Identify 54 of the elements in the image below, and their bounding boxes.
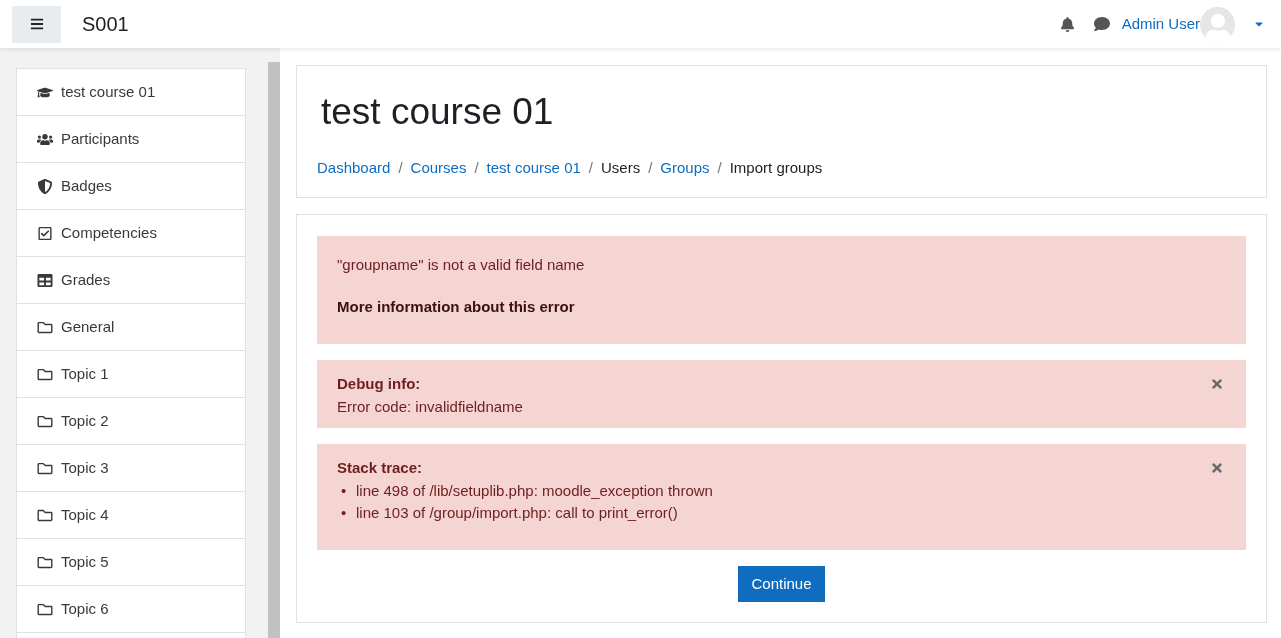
sidebar-item[interactable]: Topic 5 (17, 539, 245, 586)
sidebar-item[interactable]: General (17, 304, 245, 351)
notifications-icon[interactable] (1059, 16, 1075, 32)
breadcrumb-separator: / (717, 158, 722, 178)
more-info-heading: More information about this error (337, 296, 576, 317)
breadcrumb-link[interactable]: Dashboard (317, 157, 391, 180)
folder-icon (37, 319, 53, 335)
table-icon (37, 272, 53, 288)
breadcrumb-link[interactable]: Groups (660, 157, 710, 180)
sidebar-item[interactable]: test course 01 (17, 69, 245, 116)
sidebar-item[interactable]: Topic 2 (17, 398, 245, 445)
folder-icon (37, 413, 53, 429)
sidebar-item[interactable]: Topic 1 (17, 351, 245, 398)
close-icon (1210, 461, 1224, 475)
folder-icon (37, 460, 53, 476)
menu-icon (29, 17, 44, 31)
sidebar-item[interactable]: Grades (17, 257, 245, 304)
close-icon (1210, 377, 1224, 391)
error-message: "groupname" is not a valid field name (337, 255, 586, 275)
bullet: • (340, 502, 348, 523)
breadcrumb-text: Import groups (729, 158, 823, 178)
messages-icon[interactable] (1093, 16, 1110, 32)
scrollbar[interactable] (268, 62, 280, 638)
folder-icon (37, 507, 53, 523)
menu-button[interactable] (12, 5, 61, 43)
sidebar-item[interactable]: Topic 6 (17, 586, 245, 633)
breadcrumb-separator: / (398, 158, 403, 178)
debug-text: Error code: invalidfieldname (337, 396, 523, 417)
breadcrumb-separator: / (648, 158, 653, 178)
folder-icon (37, 601, 53, 617)
site-name[interactable]: S001 (82, 9, 129, 39)
breadcrumb-separator: / (474, 158, 479, 178)
breadcrumb-link[interactable]: Courses (410, 157, 467, 180)
page-title: test course 01 (321, 92, 555, 132)
shield-icon (37, 178, 53, 194)
sidebar-item[interactable]: Participants (17, 116, 245, 163)
folder-icon (37, 366, 53, 382)
stack-trace-line: line 103 of /group/import.php: call to print_error() (356, 502, 678, 523)
sidebar-item[interactable]: Topic 4 (17, 492, 245, 539)
user-name[interactable]: Admin User (1121, 12, 1200, 36)
stack-trace-title: Stack trace: (337, 458, 424, 478)
breadcrumb-link[interactable]: test course 01 (486, 157, 581, 180)
continue-button[interactable]: Continue (738, 566, 825, 602)
checkbox-icon (37, 225, 53, 241)
breadcrumb-text: Users (601, 158, 641, 178)
stack-trace-line: line 498 of /lib/setuplib.php: moodle_exception thrown (356, 480, 713, 501)
sidebar-item[interactable]: Topic 3 (17, 445, 245, 492)
users-icon (37, 131, 53, 147)
bullet: • (340, 480, 348, 501)
breadcrumb-separator: / (588, 158, 593, 178)
folder-icon (37, 554, 53, 570)
debug-title: Debug info: (337, 374, 422, 394)
sidebar-item[interactable]: Badges (17, 163, 245, 210)
sidebar-item[interactable]: Competencies (17, 210, 245, 257)
